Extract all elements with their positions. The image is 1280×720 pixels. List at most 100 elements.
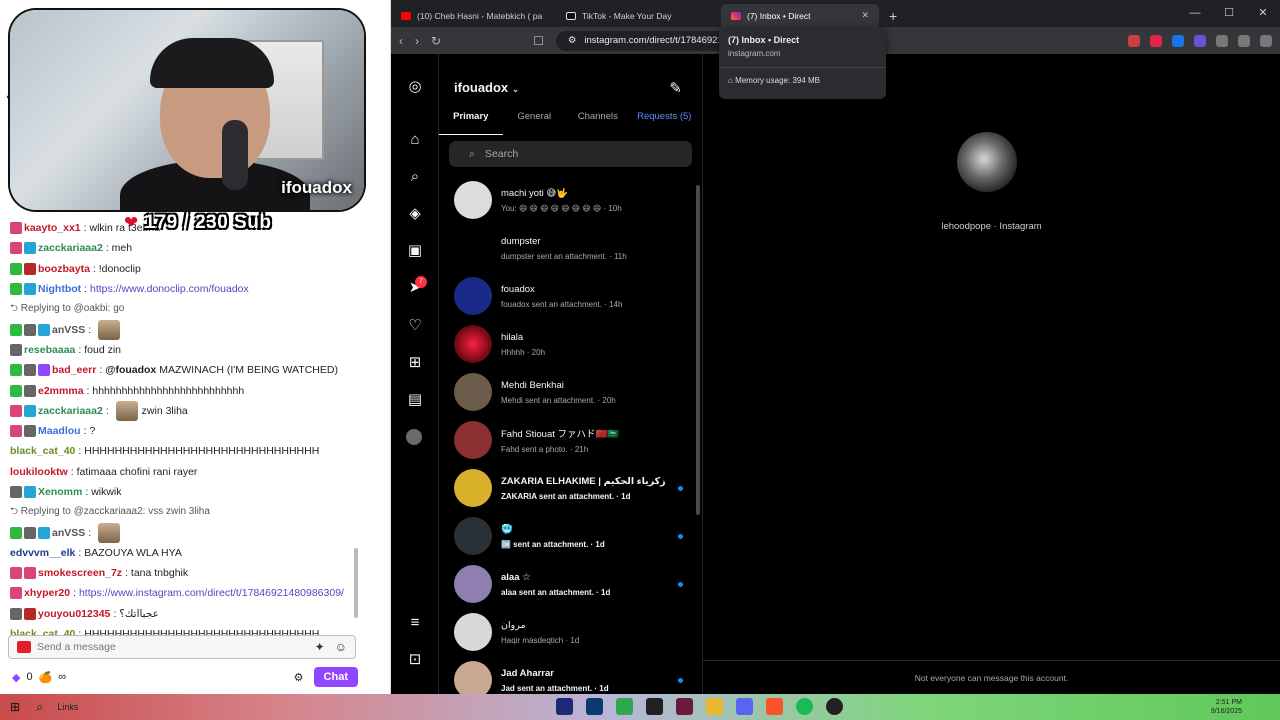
clock[interactable]: 2:51 PM 9/16/2025 — [1211, 698, 1242, 716]
app-icon[interactable] — [616, 698, 633, 715]
photoshop-icon[interactable] — [586, 698, 603, 715]
tab-primary[interactable]: Primary — [439, 111, 503, 135]
site-info-icon[interactable]: ⚙ — [568, 35, 577, 46]
chat-send-button[interactable]: Chat — [313, 667, 358, 687]
conversation-item[interactable]: fouadox fouadox sent an attachment. · 14h — [439, 272, 702, 320]
chat-user[interactable]: edvvvm__elk — [10, 543, 75, 563]
minimize-icon[interactable]: — — [1178, 0, 1212, 27]
tab-instagram[interactable]: (7) Inbox • Direct ✕ — [721, 4, 879, 27]
tab-channels[interactable]: Channels — [566, 111, 630, 135]
discord-icon[interactable] — [736, 698, 753, 715]
brave-icon[interactable] — [766, 698, 783, 715]
chat-link[interactable]: https://www.donoclip.com/fouadox — [90, 279, 249, 299]
taskbar-apps — [556, 698, 843, 715]
search-icon[interactable]: ⌕ — [406, 168, 424, 186]
home-icon[interactable]: ⌂ — [406, 131, 424, 149]
conversation-item[interactable]: ZAKARIA ELHAKIME | زكرياء الحكيم ZAKARIA … — [439, 464, 702, 512]
extension-icon[interactable] — [1194, 34, 1206, 47]
smiley-icon[interactable]: ☺ — [335, 640, 347, 654]
wallet-icon[interactable] — [1238, 34, 1250, 47]
profile-avatar[interactable] — [957, 132, 1017, 192]
avatar — [454, 517, 492, 555]
chat-user[interactable]: bad_eerr — [52, 360, 96, 380]
profile-avatar[interactable] — [406, 429, 422, 445]
chat-scrollbar[interactable] — [354, 548, 358, 618]
chat-user[interactable]: kaayto_xx1 — [24, 218, 81, 238]
new-tab-button[interactable]: + — [879, 4, 907, 27]
chat-input[interactable]: Send a message ✦ ☺ — [8, 635, 356, 659]
file-explorer-icon[interactable] — [706, 698, 723, 715]
close-window-icon[interactable]: ✕ — [1246, 0, 1280, 27]
chat-user[interactable]: Nightbot — [38, 279, 81, 299]
tab-youtube[interactable]: (10) Cheb Hasni - Matebkich ( pa — [391, 4, 556, 27]
windows-start-icon[interactable]: ⊞ — [10, 700, 20, 714]
menu-icon[interactable] — [1260, 34, 1272, 47]
app-icon[interactable] — [826, 698, 843, 715]
forward-icon[interactable]: › — [415, 34, 419, 48]
chat-user[interactable]: black_cat_40 — [10, 441, 75, 461]
extension-icon[interactable] — [1172, 34, 1184, 47]
reels-icon[interactable]: ▣ — [406, 242, 424, 260]
chat-user[interactable]: anVSS — [52, 523, 85, 543]
rewards-icon[interactable] — [1150, 34, 1162, 47]
sidebar-icon[interactable] — [1216, 34, 1228, 47]
compose-icon[interactable]: ✎ — [669, 79, 682, 97]
conversation-item[interactable]: machi yoti 😅🤟 You: 😄 😄 😄 😄 😄 😄 😄 😄 · 10h — [439, 176, 702, 224]
chat-mention[interactable]: @fouadox — [105, 360, 156, 380]
brave-shield-icon[interactable] — [1128, 34, 1140, 47]
create-icon[interactable]: ⊞ — [406, 354, 424, 372]
account-switcher[interactable]: ifouadox ⌄ — [454, 80, 519, 95]
channel-points-icon[interactable]: 🍊 — [39, 671, 53, 684]
conversation-item[interactable]: Jad Aharrar Jad sent an attachment. · 1d — [439, 656, 702, 694]
reload-icon[interactable]: ↻ — [431, 34, 441, 48]
conversation-item[interactable]: hilala Hhhhh · 20h — [439, 320, 702, 368]
conversation-item[interactable]: alaa ☆ alaa sent an attachment. · 1d — [439, 560, 702, 608]
spotify-icon[interactable] — [796, 698, 813, 715]
more-menu-icon[interactable]: ≡ — [406, 614, 424, 632]
chat-user[interactable]: e2mmma — [38, 381, 84, 401]
bits-icon[interactable]: ◆ — [12, 671, 20, 684]
app-icon[interactable] — [646, 698, 663, 715]
maximize-icon[interactable]: ☐ — [1212, 0, 1246, 27]
chat-user[interactable]: resebaaaa — [24, 340, 75, 360]
chat-user[interactable]: Xenomm — [38, 482, 82, 502]
chat-user[interactable]: boozbayta — [38, 259, 90, 279]
badge-icon — [24, 323, 36, 336]
chat-line: e2mmma: hhhhhhhhhhhhhhhhhhhhhhhhhh — [10, 380, 354, 400]
conversation-item[interactable]: dumpster dumpster sent an attachment. · 1… — [439, 224, 702, 272]
heart-icon[interactable]: ♡ — [406, 317, 424, 335]
chat-line: smokescreen_7z: tana tnbghik — [10, 563, 354, 583]
chat-link[interactable]: https://www.instagram.com/direct/t/17846… — [79, 583, 344, 603]
chat-user[interactable]: Maadlou — [38, 421, 81, 441]
taskbar-search[interactable]: ⌕ Links — [36, 699, 78, 715]
chat-user[interactable]: loukilooktw — [10, 462, 68, 482]
tab-requests[interactable]: Requests (5) — [630, 111, 699, 135]
chat-user[interactable]: zacckariaaa2 — [38, 238, 103, 258]
close-tab-icon[interactable]: ✕ — [861, 10, 869, 21]
conversation-item[interactable]: Fahd Stiouat ファハド🇲🇦🇸🇦 Fahd sent a photo. … — [439, 416, 702, 464]
emote-picker-icon[interactable]: ✦ — [315, 640, 325, 654]
settings-icon[interactable]: ⚙ — [294, 671, 304, 684]
inbox-scrollbar[interactable] — [696, 185, 700, 515]
conversation-item[interactable]: مروان Haqir masdeqtich · 1d — [439, 608, 702, 656]
chat-user[interactable]: anVSS — [52, 320, 85, 340]
chat-user[interactable]: youyou012345 — [38, 604, 110, 624]
tab-general[interactable]: General — [503, 111, 567, 135]
threads-icon[interactable]: ⊡ — [406, 651, 424, 669]
dashboard-icon[interactable]: ▤ — [406, 391, 424, 409]
chat-user[interactable]: xhyper20 — [24, 583, 70, 603]
back-icon[interactable]: ‹ — [399, 34, 403, 48]
explore-icon[interactable]: ◈ — [406, 205, 424, 223]
conversation-item[interactable]: 🥶 🆗 sent an attachment. · 1d — [439, 512, 702, 560]
bookmark-icon[interactable]: ☐ — [533, 34, 544, 48]
chat-user[interactable]: zacckariaaa2 — [38, 401, 103, 421]
instagram-logo-icon[interactable]: ◎ — [406, 78, 424, 96]
chat-badge-icon[interactable] — [17, 641, 31, 653]
premiere-icon[interactable] — [556, 698, 573, 715]
tab-tiktok[interactable]: TikTok - Make Your Day — [556, 4, 721, 27]
app-icon[interactable] — [676, 698, 693, 715]
conversation-preview: You: 😄 😄 😄 😄 😄 😄 😄 😄 · 10h — [501, 203, 622, 213]
chat-user[interactable]: smokescreen_7z — [38, 563, 122, 583]
search-input[interactable]: ⌕ Search — [449, 141, 692, 167]
conversation-item[interactable]: Mehdi Benkhai Mehdi sent an attachment. ·… — [439, 368, 702, 416]
